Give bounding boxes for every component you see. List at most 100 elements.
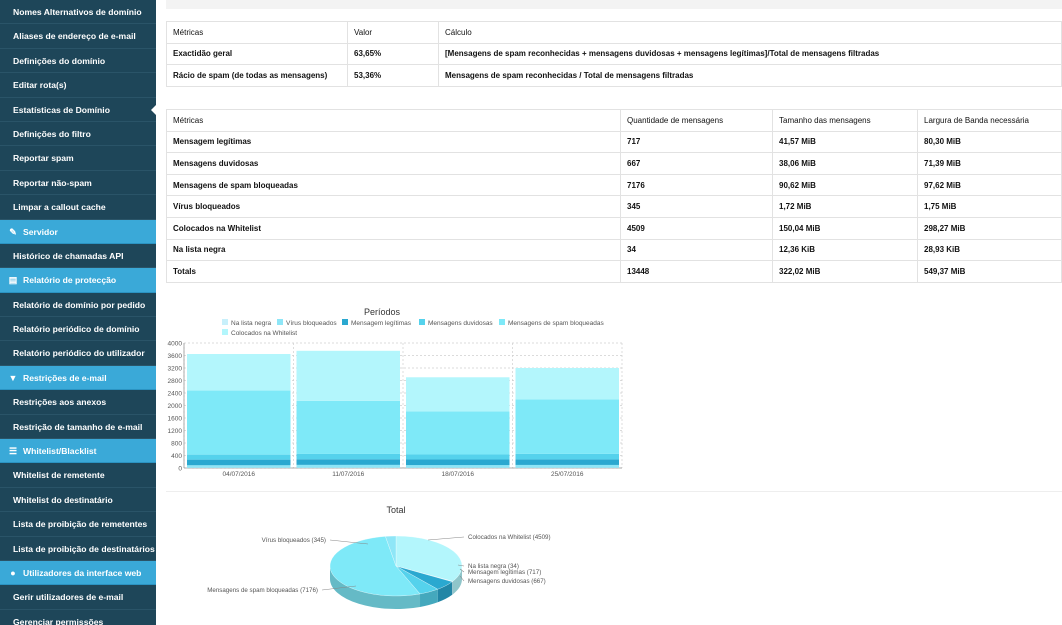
- sidebar-item-relatorio-de-dominio-por-pedido[interactable]: Relatório de domínio por pedido: [0, 292, 156, 318]
- legend-swatch: [419, 319, 425, 325]
- y-tick-label: 3600: [168, 353, 183, 360]
- sidebar-item-restricao-de-tamanho-de-e-mail[interactable]: Restrição de tamanho de e-mail: [0, 414, 156, 440]
- legend-entry: Mensagens duvidosas: [428, 320, 493, 327]
- sidebar-section-servidor[interactable]: ✎ Servidor: [0, 219, 156, 244]
- table-cell: 97,62 MiB: [917, 173, 1062, 197]
- sidebar-item-limpar-a-callout-cache[interactable]: Limpar a callout cache: [0, 195, 156, 220]
- column-header: Largura de Banda necessária: [917, 109, 1062, 132]
- user-icon: ●: [10, 567, 16, 578]
- sidebar-item-whitelist-de-remetente[interactable]: Whitelist de remetente: [0, 463, 156, 488]
- y-tick-label: 2800: [168, 378, 183, 385]
- sidebar-section-relatorio-de-proteccao[interactable]: ▤ Relatório de protecção: [0, 268, 156, 293]
- top-strip: [166, 0, 1062, 9]
- table-row: Mensagem legítimas 717 41,57 MiB 80,30 MiB: [166, 130, 1062, 154]
- table-row: Totals 13448 322,02 MiB 549,37 MiB: [166, 260, 1062, 283]
- sidebar-item-label: Relatório periódico de domínio: [13, 324, 140, 335]
- table-cell: Mensagens de spam bloqueadas: [166, 173, 621, 197]
- sidebar-item-reportar-spam[interactable]: Reportar spam: [0, 146, 156, 171]
- sidebar-section-restricoes-de-e-mail[interactable]: ▼ Restrições de e-mail: [0, 365, 156, 391]
- table-cell: 12,36 KiB: [772, 238, 918, 262]
- sidebar-item-definicoes-do-dominio[interactable]: Definições do domínio: [0, 48, 156, 74]
- sidebar-item-label: Gerenciar permissões: [13, 616, 104, 625]
- sidebar-item-gerenciar-permissoes[interactable]: Gerenciar permissões: [0, 609, 156, 625]
- column-header: Cálculo: [438, 21, 1062, 44]
- y-tick-label: 3200: [168, 366, 183, 373]
- y-tick-label: 2000: [168, 403, 183, 410]
- x-tick-label: 25/07/2016: [551, 471, 584, 478]
- sidebar-item-lista-de-proibicao-de-remetentes[interactable]: Lista de proibição de remetentes: [0, 512, 156, 537]
- sidebar-item-lista-de-proibicao-de-destinatarios[interactable]: Lista de proibição de destinatários: [0, 536, 156, 561]
- wrench-icon: ✎: [9, 226, 17, 237]
- sidebar-item-label: Estatísticas de Domínio: [13, 104, 110, 115]
- sidebar-item-label: Limpar a callout cache: [13, 202, 106, 213]
- bar-segment: [515, 453, 619, 460]
- table-cell: 298,27 MiB: [917, 216, 1062, 240]
- table-row: Na lista negra 34 12,36 KiB 28,93 KiB: [166, 238, 1062, 262]
- sidebar-item-definicoes-do-filtro[interactable]: Definições do filtro: [0, 121, 156, 147]
- column-header: Valor: [347, 21, 439, 44]
- table-cell: 71,39 MiB: [917, 152, 1062, 175]
- table-row: Colocados na Whitelist 4509 150,04 MiB 298,…: [166, 216, 1062, 240]
- bar-segment: [187, 454, 291, 460]
- sidebar-section-whitelist-blacklist[interactable]: ☰ Whitelist/Blacklist: [0, 439, 156, 464]
- sidebar-item-restricoes-aos-anexos[interactable]: Restrições aos anexos: [0, 390, 156, 415]
- y-tick-label: 0: [178, 466, 182, 473]
- sidebar-item-label: Reportar spam: [13, 153, 74, 164]
- sidebar-item-gerir-utilizadores-de-e-mail[interactable]: Gerir utilizadores de e-mail: [0, 585, 156, 610]
- table-cell: 150,04 MiB: [772, 216, 918, 240]
- x-tick-label: 18/07/2016: [441, 471, 474, 478]
- legend-entry: Vírus bloqueados: [286, 320, 337, 327]
- table-cell: 549,37 MiB: [917, 260, 1062, 283]
- sidebar-item-historico-de-chamadas-api[interactable]: Histórico de chamadas API: [0, 243, 156, 269]
- sidebar-item-reportar-nao-spam[interactable]: Reportar não-spam: [0, 170, 156, 196]
- table-cell: [Mensagens de spam reconhecidas + mensag…: [438, 42, 1062, 66]
- sidebar-item-relatorio-periodico-do-utilizador[interactable]: Relatório periódico do utilizador: [0, 341, 156, 366]
- table-cell: 667: [620, 152, 773, 175]
- sidebar-item-estatisticas-de-dominio[interactable]: Estatísticas de Domínio: [0, 97, 156, 122]
- table-cell: Exactidão geral: [166, 42, 348, 66]
- legend-entry: Mensagem legítimas: [351, 320, 412, 327]
- table-cell: 1,72 MiB: [772, 195, 918, 218]
- chart-title: Períodos: [364, 307, 401, 317]
- sidebar-item-label: Gerir utilizadores de e-mail: [13, 592, 124, 603]
- table-cell: Totals: [166, 260, 621, 283]
- sidebar-item-label: Restrição de tamanho de e-mail: [13, 421, 143, 432]
- table-cell: 4509: [620, 216, 773, 240]
- periods-chart-panel: Períodos Na lista negra Vírus bloqueados Me…: [166, 292, 1062, 492]
- bar-segment: [187, 354, 291, 391]
- sidebar-item-label: Whitelist/Blacklist: [23, 446, 97, 457]
- legend-entry: Mensagens de spam bloqueadas: [508, 320, 605, 327]
- table-cell: 80,30 MiB: [917, 130, 1062, 154]
- bar-segment: [406, 465, 510, 468]
- legend-entry: Na lista negra: [231, 320, 271, 327]
- bar-segment: [187, 465, 291, 468]
- metrics-table: Métricas Valor Cálculo Exactidão geral 63,6…: [166, 21, 1062, 87]
- sidebar-section-utilizadores-da-interface-web[interactable]: ● Utilizadores da interface web: [0, 560, 156, 586]
- sidebar-item-aliases-de-endereco-de-e-mail[interactable]: Aliases de endereço de e-mail: [0, 24, 156, 49]
- column-header: Métricas: [166, 21, 348, 44]
- column-header: Quantidade de mensagens: [620, 109, 773, 132]
- sidebar-item-label: Lista de proibição de remetentes: [13, 519, 148, 530]
- pie-label: Mensagens de spam bloqueadas (7176): [207, 587, 318, 594]
- sidebar-item-whitelist-do-destinatario[interactable]: Whitelist do destinatário: [0, 487, 156, 513]
- sidebar-item-label: Restrições de e-mail: [23, 372, 107, 383]
- sidebar-item-nomes-alternativos-de-dominio[interactable]: Nomes Alternativos de domínio: [0, 0, 156, 25]
- bar-segment: [187, 390, 291, 455]
- sidebar: Nomes Alternativos de domínio Aliases de …: [0, 0, 156, 625]
- y-tick-label: 400: [171, 453, 182, 460]
- x-tick-label: 11/07/2016: [332, 471, 364, 478]
- sidebar-item-relatorio-periodico-de-dominio[interactable]: Relatório periódico de domínio: [0, 317, 156, 342]
- y-tick-label: 1200: [168, 428, 183, 435]
- filter-icon: ▼: [8, 372, 18, 383]
- sidebar-item-label: Aliases de endereço de e-mail: [13, 31, 136, 42]
- table-cell: 345: [620, 195, 773, 218]
- bar-segment: [296, 453, 400, 460]
- periods-bar-chart: Períodos Na lista negra Vírus bloqueados Me…: [168, 307, 623, 478]
- table-cell: 1,75 MiB: [917, 195, 1062, 218]
- table-cell: 28,93 KiB: [917, 238, 1062, 262]
- legend-swatch: [277, 319, 283, 325]
- sidebar-item-label: Whitelist de remetente: [13, 470, 105, 481]
- bar-segment: [406, 411, 510, 455]
- sidebar-item-editar-rota-s[interactable]: Editar rota(s): [0, 73, 156, 98]
- table-cell: 7176: [620, 173, 773, 197]
